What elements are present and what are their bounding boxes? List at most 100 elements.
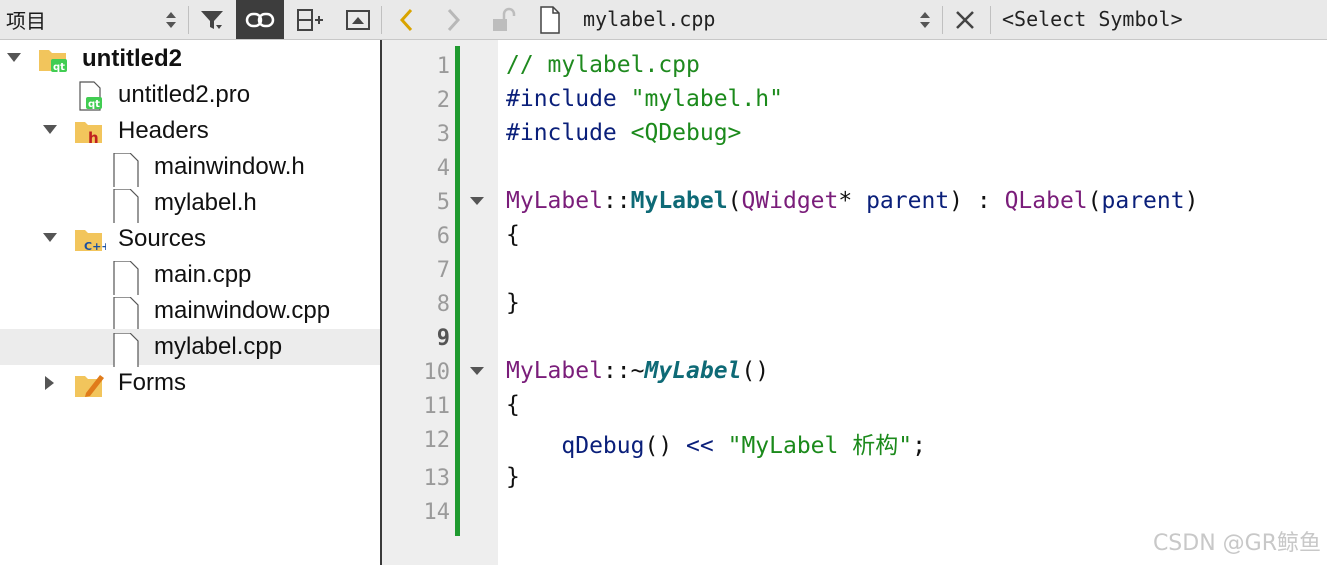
qt-project-folder-icon: qt — [38, 45, 68, 73]
line-number: 2 — [436, 88, 450, 113]
code-line-10: MyLabel::~MyLabel() — [506, 358, 769, 384]
code-line-8: } — [506, 290, 520, 316]
line-number: 7 — [436, 258, 450, 283]
function-call: qDebug — [561, 433, 645, 459]
tree-item-header-file[interactable]: mainwindow.h — [0, 149, 380, 190]
line-number-gutter: 1 2 3 4 5 6 7 8 9 10 11 12 13 14 — [382, 40, 498, 565]
expand-arrow-icon[interactable] — [7, 53, 21, 62]
type-name: QWidget — [741, 188, 839, 214]
svg-text:C++: C++ — [84, 240, 106, 253]
semicolon: ; — [912, 433, 926, 459]
fold-arrow-icon[interactable] — [470, 197, 484, 205]
project-panel-title: 项目 — [6, 9, 46, 33]
tree-item-pro-file[interactable]: qt untitled2.pro — [0, 77, 380, 113]
line-number: 13 — [423, 466, 451, 491]
filter-icon[interactable] — [194, 0, 230, 39]
sync-link-icon[interactable] — [236, 0, 284, 39]
class-name: MyLabel — [506, 188, 603, 214]
paren: ) — [1184, 188, 1199, 214]
stream-operator: << — [686, 433, 714, 459]
include-path: <QDebug> — [630, 120, 742, 146]
code-editor[interactable]: // mylabel.cpp #include "mylabel.h" #inc… — [498, 40, 1327, 565]
unlock-icon — [488, 0, 518, 39]
class-name: MyLabel — [506, 358, 603, 384]
tree-item-sources[interactable]: C++ Sources — [0, 221, 380, 257]
paren: ( — [727, 188, 742, 214]
source-file-label: mainwindow.cpp — [154, 297, 331, 324]
line-number: 5 — [436, 190, 450, 215]
base-class: QLabel — [1004, 188, 1088, 214]
file-icon — [535, 0, 565, 39]
project-view-selector-arrows-icon[interactable] — [160, 0, 182, 39]
scope-op: ::~ — [602, 358, 645, 384]
file-icon — [112, 296, 142, 334]
symbol-selector[interactable]: <Select Symbol> — [1002, 7, 1183, 31]
collapse-arrow-icon[interactable] — [45, 376, 54, 390]
paren: () — [741, 358, 770, 384]
forward-arrow-icon[interactable] — [440, 0, 468, 39]
project-root-label: untitled2 — [82, 45, 182, 72]
string-literal: "MyLabel 析构" — [727, 433, 913, 459]
headers-label: Headers — [118, 117, 209, 144]
tree-item-untitled2[interactable]: qt untitled2 — [0, 41, 380, 77]
header-file-label: mainwindow.h — [154, 153, 305, 180]
tree-item-source-file-selected[interactable]: mylabel.cpp — [0, 329, 380, 370]
top-toolbar: 项目 mylabel.cpp <Select Symbol> — [0, 0, 1327, 40]
close-document-icon[interactable] — [950, 0, 980, 39]
source-file-label: mylabel.cpp — [154, 333, 283, 360]
tree-item-header-file[interactable]: mylabel.h — [0, 185, 380, 226]
file-icon — [112, 188, 142, 226]
open-file-name[interactable]: mylabel.cpp — [583, 7, 715, 31]
argument: parent — [1101, 188, 1185, 214]
forms-folder-icon — [74, 369, 104, 397]
pointer: * — [838, 188, 867, 214]
tree-item-source-file[interactable]: mainwindow.cpp — [0, 293, 380, 334]
parameter: parent — [866, 188, 950, 214]
file-selector-arrows-icon[interactable] — [914, 0, 936, 39]
tree-item-forms[interactable]: Forms — [0, 365, 380, 401]
watermark: CSDN @GR鲸鱼 — [1152, 531, 1321, 556]
project-tree: qt untitled2 qt untitled2.pro h Headers … — [0, 40, 380, 565]
code-line-2: #include "mylabel.h" — [506, 86, 783, 112]
tree-item-headers[interactable]: h Headers — [0, 113, 380, 149]
split-add-icon[interactable] — [290, 0, 330, 39]
line-number: 6 — [436, 224, 450, 249]
line-number: 3 — [436, 122, 450, 147]
sources-label: Sources — [118, 225, 207, 252]
code-line-5: MyLabel::MyLabel(QWidget* parent) : QLab… — [506, 188, 1198, 214]
source-file-label: main.cpp — [154, 261, 252, 288]
svg-text:qt: qt — [88, 99, 100, 110]
svg-text:qt: qt — [53, 62, 65, 73]
back-arrow-icon[interactable] — [392, 0, 420, 39]
file-icon — [112, 260, 142, 298]
paren: () — [644, 433, 687, 459]
preprocessor: #include — [506, 120, 631, 146]
sources-folder-icon: C++ — [74, 225, 111, 253]
pro-file-label: untitled2.pro — [118, 81, 251, 108]
scope-op: :: — [602, 188, 631, 214]
line-number: 10 — [423, 360, 451, 385]
line-number: 4 — [436, 156, 450, 181]
expand-arrow-icon[interactable] — [43, 233, 57, 242]
comment: // mylabel.cpp — [506, 52, 700, 78]
line-number: 8 — [436, 292, 450, 317]
preprocessor: #include — [506, 86, 631, 112]
code-line-13: } — [506, 464, 520, 490]
line-number: 14 — [423, 500, 451, 525]
destructor-name: MyLabel — [644, 358, 742, 384]
code-line-1: // mylabel.cpp — [506, 52, 700, 78]
code-line-11: { — [506, 392, 520, 418]
svg-text:h: h — [88, 129, 99, 145]
code-line-12: qDebug() << "MyLabel 析构"; — [506, 426, 926, 460]
file-icon — [112, 152, 142, 190]
paren: ) : — [949, 188, 1005, 214]
close-panel-icon[interactable] — [340, 0, 376, 39]
fold-arrow-icon[interactable] — [470, 367, 484, 375]
file-icon — [112, 332, 142, 370]
paren: ( — [1087, 188, 1102, 214]
expand-arrow-icon[interactable] — [43, 125, 57, 134]
line-number: 11 — [423, 394, 451, 419]
tree-item-source-file[interactable]: main.cpp — [0, 257, 380, 298]
include-path: "mylabel.h" — [630, 86, 783, 112]
